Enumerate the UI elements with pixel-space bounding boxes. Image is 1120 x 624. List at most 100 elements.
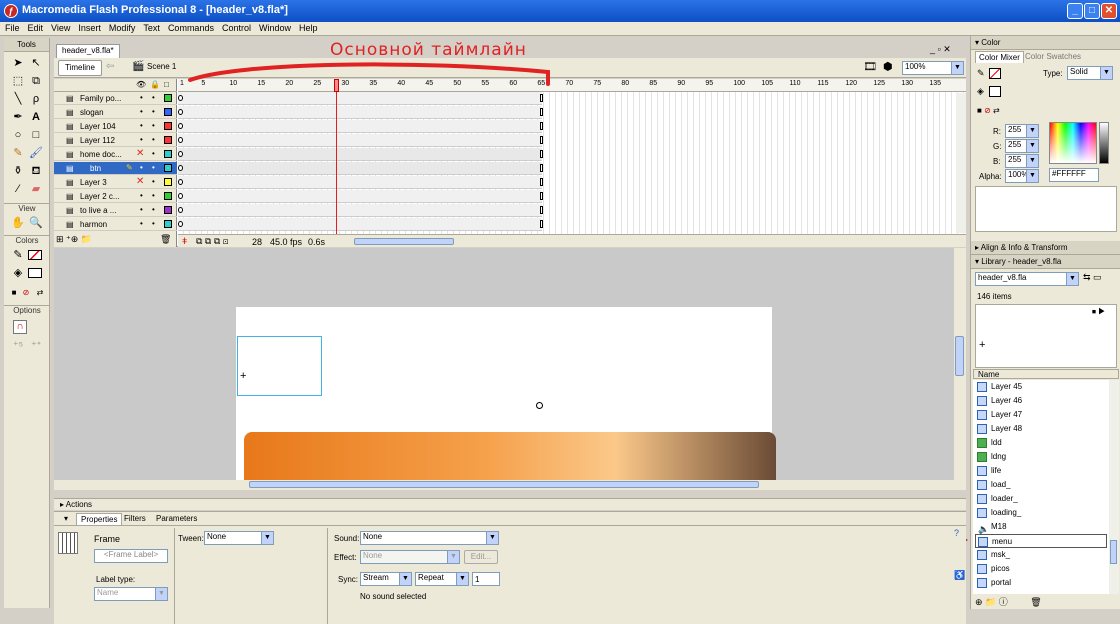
mixer-swap-icons[interactable]: ■ ⊘ ⇄ [977,106,1000,115]
library-item[interactable]: Layer 48 [975,422,1107,436]
library-item-name: Layer 47 [991,410,1023,419]
library-item[interactable]: menu [975,534,1107,548]
sound-status: No sound selected [360,592,427,601]
library-item[interactable]: picos [975,562,1107,576]
transform-point-icon [536,402,543,409]
hex-input[interactable]: #FFFFFF [1049,168,1099,182]
stage-vscroll[interactable] [954,248,966,490]
symbol-icon [977,578,987,588]
tween-label: Tween: [178,534,204,543]
r-input[interactable]: 255 ▼ [1005,124,1039,138]
library-item[interactable]: Layer 45 [975,380,1107,394]
library-item-name: msk_ [991,550,1011,559]
library-item[interactable]: loading_ [975,506,1107,520]
brightness-slider[interactable] [1099,122,1109,164]
align-panel-header[interactable]: ▸ Align & Info & Transform [971,241,1120,255]
library-item[interactable]: Layer 47 [975,408,1107,422]
symbol-icon [977,396,987,406]
edit-button[interactable]: Edit... [464,550,498,564]
library-item[interactable]: portal [975,576,1107,590]
symbol-icon [978,537,988,547]
preview-cross-icon: + [979,339,986,351]
preview-play-icons[interactable]: ⏹ ▶ [1092,307,1105,317]
color-spectrum[interactable] [1049,122,1097,164]
library-doc-select[interactable]: header_v8.fla ▼ [975,272,1079,286]
b-label: B: [993,157,1001,166]
library-item-name: ldng [991,452,1007,461]
g-input[interactable]: 255 ▼ [1005,139,1039,153]
header-banner-image [244,432,776,480]
stage-vscroll-thumb[interactable] [955,336,964,376]
g-label: G: [993,142,1002,151]
fill-type-select[interactable]: Solid ▼ [1067,66,1113,80]
library-item[interactable]: load_ [975,478,1107,492]
divider [327,528,328,624]
sound-label: Sound: [334,534,360,543]
sound-select[interactable]: None ▼ [360,531,499,545]
library-item-name: loader_ [991,494,1018,503]
library-item-name: Layer 46 [991,396,1023,405]
library-vscroll[interactable] [1109,380,1119,594]
alpha-input[interactable]: 100% ▼ [1005,169,1039,183]
library-item[interactable]: ldng [975,450,1107,464]
sound-icon: 🔈 [977,522,990,534]
library-item-name: load_ [991,480,1011,489]
fill-bucket-icon[interactable]: ◈ [977,86,984,97]
library-pin-icons[interactable]: ⇆ ▭ [1083,272,1102,283]
library-item[interactable]: Layer 46 [975,394,1107,408]
help-icon[interactable]: ? [954,528,959,538]
library-item[interactable]: 🔈 M18 [975,520,1107,534]
sync-select[interactable]: Stream ▼ [360,572,412,586]
stage-hscroll[interactable] [54,480,954,490]
mixer-stroke-swatch[interactable] [989,68,1001,79]
library-item-name: picos [991,564,1010,573]
library-item-name: ldd [991,438,1002,447]
divider [174,528,175,624]
symbol-icon [977,466,987,476]
color-preview [975,186,1117,232]
library-item-name: Layer 48 [991,424,1023,433]
b-input[interactable]: 255 ▼ [1005,154,1039,168]
stage-area[interactable]: + [54,248,966,490]
tab-color-mixer[interactable]: Color Mixer [975,51,1024,63]
library-item[interactable]: loader_ [975,492,1107,506]
stroke-pencil-icon[interactable]: ✎ [977,68,985,79]
accessibility-icon[interactable]: ♿ [954,570,965,581]
properties-tabs: ▾ Properties Filters Parameters [54,512,966,526]
effect-select[interactable]: None ▼ [360,550,460,564]
tween-select[interactable]: None ▼ [204,531,274,545]
repeat-count-input[interactable] [472,572,500,586]
symbol-icon [977,480,987,490]
type-label: Type: [1043,69,1063,78]
bitmap-icon [977,438,987,448]
properties-panel: ▾ Properties Filters Parameters Frame <F… [54,511,966,624]
library-footer-icons[interactable]: ⊕ 📁 ⓘ 🗑 [975,595,1042,608]
stage-hscroll-thumb[interactable] [249,481,759,488]
symbol-icon [977,410,987,420]
tab-properties[interactable]: Properties [76,513,123,525]
library-item-name: M18 [991,522,1007,531]
tab-color-swatches[interactable]: Color Swatches [1025,52,1081,61]
tab-parameters[interactable]: Parameters [156,514,197,523]
library-panel-header[interactable]: ▾ Library - header_v8.fla [971,255,1120,269]
effect-label: Effect: [334,553,357,562]
button-hit-area[interactable] [237,336,322,396]
tab-filters[interactable]: Filters [124,514,146,523]
library-vscroll-thumb[interactable] [1110,540,1117,564]
library-item-name: life [991,466,1002,475]
library-name-column[interactable]: Name [973,369,1119,379]
color-panel-header[interactable]: ▾ Color [971,36,1120,50]
library-item[interactable]: life [975,464,1107,478]
label-type-select[interactable]: Name ▼ [94,587,168,601]
library-item[interactable]: ldd [975,436,1107,450]
symbol-icon [977,382,987,392]
library-item[interactable]: msk_ [975,548,1107,562]
library-item-count: 146 items [977,292,1012,301]
repeat-select[interactable]: Repeat ▼ [415,572,469,586]
library-item-name: menu [992,537,1013,546]
mixer-fill-swatch[interactable] [989,86,1001,97]
annotation-bracket [188,62,550,86]
library-list: Layer 45 Layer 46 Layer 47 Layer 48 ldd ldng l… [973,380,1119,594]
actions-panel-header[interactable]: ▸ Actions [54,498,966,510]
frame-label-input[interactable]: <Frame Label> [94,549,168,563]
